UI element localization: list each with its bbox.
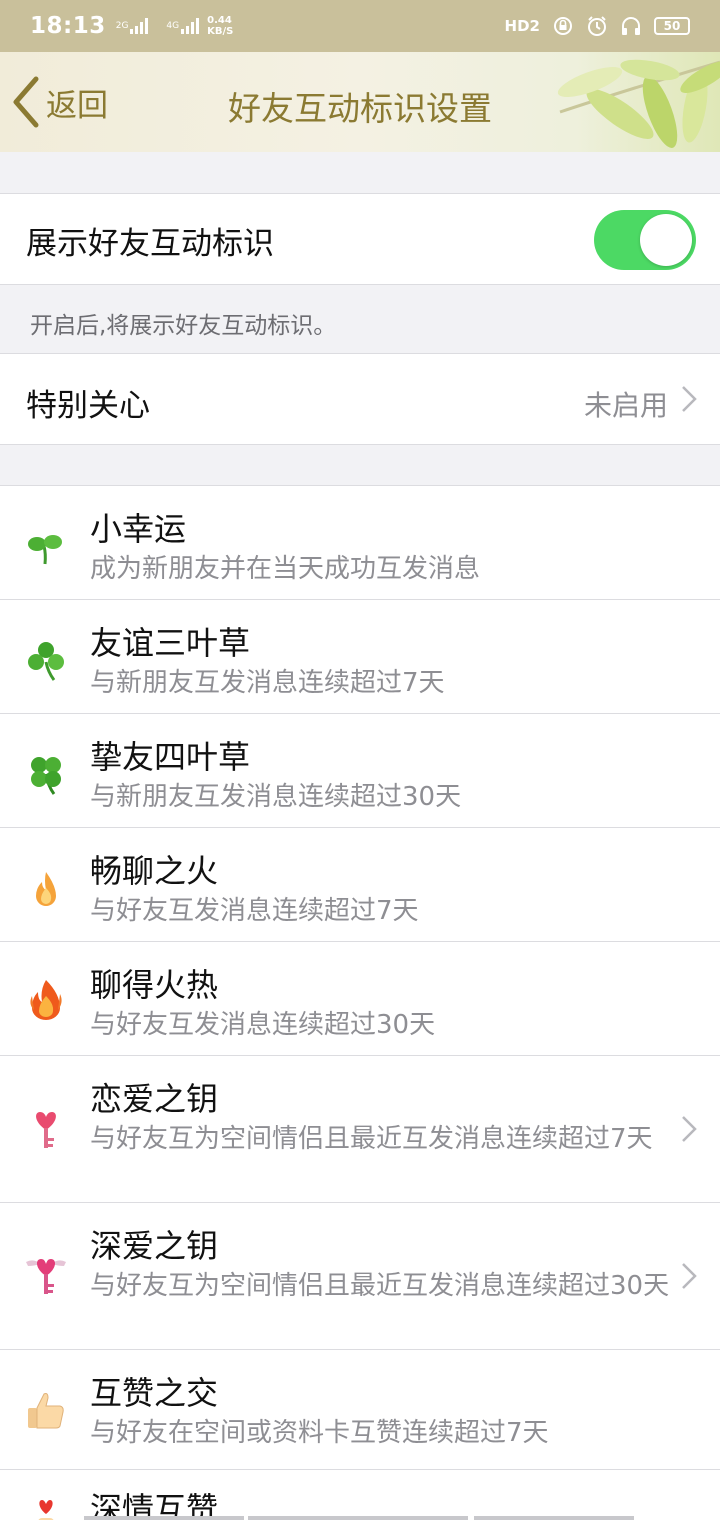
badge-name: 深情互赞 — [90, 1490, 219, 1520]
heart-thumbs-icon — [38, 1500, 54, 1520]
special-care-row[interactable]: 特别关心 未启用 — [0, 354, 720, 444]
status-bar: 18:13 2G 4G 0.44 KB/S HD2 50 — [0, 0, 720, 52]
page-title: 好友互动标识设置 — [228, 89, 492, 128]
show-badges-toggle[interactable] — [594, 210, 696, 270]
divider — [0, 284, 720, 285]
speed-unit: KB/S — [207, 26, 234, 37]
badge-name: 友谊三叶草 — [90, 624, 251, 662]
badge-name: 恋爱之钥 — [90, 1080, 219, 1118]
divider — [0, 713, 720, 714]
signal-bars-icon — [130, 18, 149, 34]
badge-desc: 与新朋友互发消息连续超过7天 — [90, 668, 445, 698]
divider — [0, 444, 720, 445]
badge-name: 小幸运 — [90, 510, 187, 548]
special-care-status: 未启用 — [583, 389, 668, 422]
badge-desc: 与好友互为空间情侣且最近互发消息连续超过30天 — [90, 1271, 670, 1301]
badge-desc: 与好友互发消息连续超过30天 — [90, 1010, 436, 1040]
sim1-type: 2G — [115, 21, 129, 31]
sprout-icon — [28, 535, 62, 565]
alarm-icon — [586, 15, 608, 37]
badge-desc: 成为新朋友并在当天成功互发消息 — [90, 554, 481, 584]
headphones-icon — [620, 15, 642, 37]
badge-desc: 与好友互发消息连续超过7天 — [90, 896, 419, 926]
divider — [0, 1349, 720, 1350]
signal-bars-icon — [181, 18, 200, 34]
thumbs-up-icon — [28, 1393, 64, 1429]
show-badges-row: 展示好友互动标识 — [0, 194, 720, 284]
scroll-indicator — [84, 1516, 244, 1520]
divider — [0, 1469, 720, 1470]
sim2-type: 4G — [166, 21, 180, 31]
badge-name: 聊得火热 — [90, 966, 219, 1004]
heart-key-icon — [36, 1112, 56, 1148]
hd-icon: HD2 — [504, 17, 540, 35]
three-leaf-clover-icon — [28, 642, 64, 681]
signal-sim1: 2G — [116, 18, 157, 34]
divider — [0, 827, 720, 828]
badge-list: 小幸运 成为新朋友并在当天成功互发消息 友谊三叶草 与新朋友互发消息连续超过7天… — [0, 486, 720, 1520]
nav-header: 返回 好友互动标识设置 — [0, 52, 720, 152]
badge-name: 互赞之交 — [90, 1374, 219, 1412]
signal-sim2: 4G — [166, 18, 207, 34]
toggle-knob — [640, 214, 692, 266]
speed-value: 0.44 — [207, 15, 232, 26]
chevron-right-icon — [682, 1116, 697, 1142]
scroll-indicator — [248, 1516, 468, 1520]
small-flame-icon — [36, 872, 56, 906]
badge-name: 畅聊之火 — [90, 852, 219, 890]
badge-desc: 与好友在空间或资料卡互赞连续超过7天 — [90, 1418, 549, 1448]
badge-desc: 与好友互为空间情侣且最近互发消息连续超过7天 — [90, 1124, 653, 1154]
divider — [0, 1202, 720, 1203]
show-badges-label: 展示好友互动标识 — [26, 226, 274, 262]
badge-desc: 与新朋友互发消息连续超过30天 — [90, 782, 462, 812]
chevron-right-icon — [682, 386, 697, 412]
battery-icon: 50 — [654, 17, 690, 35]
divider — [0, 1055, 720, 1056]
winged-heart-key-icon — [26, 1259, 66, 1294]
chevron-right-icon — [682, 1263, 697, 1289]
network-speed: 0.44 KB/S — [207, 15, 233, 37]
badge-name: 挚友四叶草 — [90, 738, 251, 776]
status-time: 18:13 — [30, 13, 106, 39]
divider — [0, 599, 720, 600]
scroll-indicator — [474, 1516, 634, 1520]
badge-name: 深爱之钥 — [90, 1227, 219, 1265]
lock-rotation-icon — [552, 15, 574, 37]
divider — [0, 941, 720, 942]
special-care-label: 特别关心 — [26, 388, 150, 424]
big-flame-icon — [30, 980, 62, 1020]
four-leaf-clover-icon — [31, 757, 61, 795]
show-badges-hint: 开启后,将展示好友互动标识。 — [30, 313, 337, 339]
